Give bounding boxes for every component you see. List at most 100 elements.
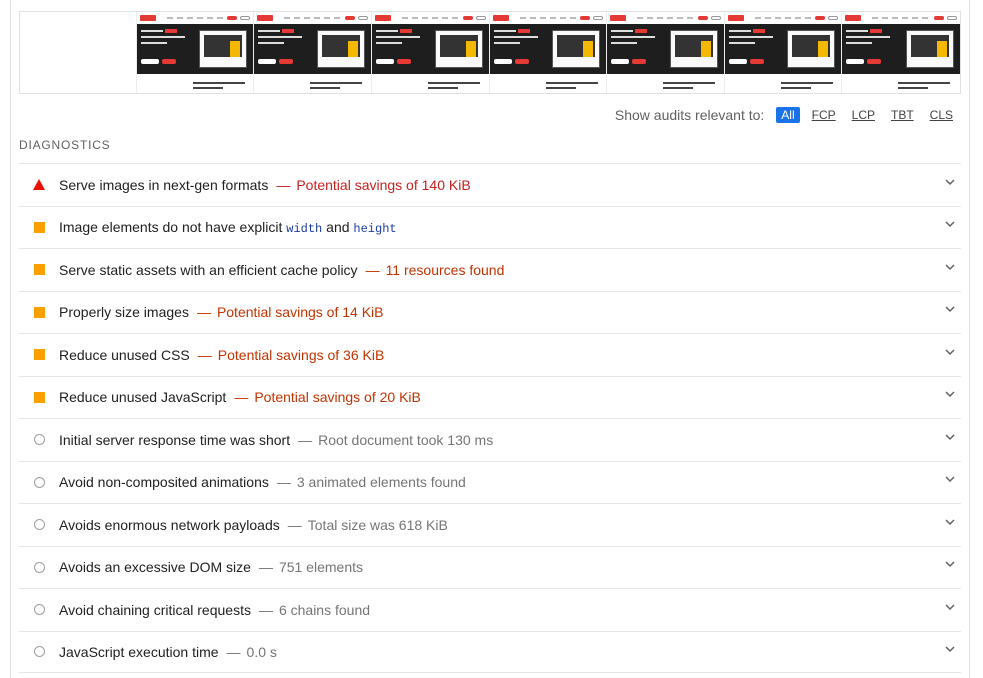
info-circle-icon xyxy=(33,519,45,531)
info-circle-icon xyxy=(33,561,45,573)
audit-row[interactable]: Serve images in next-gen formats — Potenti… xyxy=(19,163,961,206)
audit-title: Serve images in next-gen formats xyxy=(59,176,269,193)
warning-square-icon xyxy=(19,221,59,233)
info-circle-icon xyxy=(33,646,45,658)
audit-display-value: 0.0 s xyxy=(246,643,277,660)
audit-title: Reduce unused CSS xyxy=(59,346,190,363)
chevron-down-icon[interactable] xyxy=(945,476,955,484)
audit-display-value: Root document took 130 ms xyxy=(318,431,494,448)
audit-title: Serve static assets with an efficient ca… xyxy=(59,261,358,278)
filmstrip-frame xyxy=(489,12,608,93)
info-circle-icon xyxy=(19,561,59,573)
audit-row[interactable]: Avoids enormous network payloads — Total s… xyxy=(19,503,961,546)
section-title: DIAGNOSTICS xyxy=(19,138,111,152)
audit-separator: — xyxy=(276,176,291,193)
audit-display-value: Total size was 618 KiB xyxy=(307,516,448,533)
audit-row[interactable]: Avoids an excessive DOM size — 751 element… xyxy=(19,545,961,589)
filmstrip xyxy=(19,11,961,94)
audit-display-value: 6 chains found xyxy=(278,601,371,618)
fail-triangle-icon xyxy=(19,179,59,191)
chevron-down-icon[interactable] xyxy=(945,519,955,527)
filmstrip-frame xyxy=(254,12,372,93)
audit-separator: — xyxy=(258,601,273,618)
filter-chip-tbt[interactable]: TBT xyxy=(887,106,918,124)
chevron-down-icon[interactable] xyxy=(945,306,955,314)
filmstrip-frame xyxy=(607,12,725,93)
audit-row[interactable]: Properly size images — Potential savings o… xyxy=(19,290,961,334)
audit-display-value: 751 elements xyxy=(278,559,363,576)
audit-title: Avoid chaining critical requests xyxy=(59,601,251,618)
audit-title: Avoids an excessive DOM size xyxy=(59,559,251,576)
audit-separator: — xyxy=(196,304,211,321)
audit-row[interactable]: Image elements do not have explicit widt… xyxy=(19,205,961,249)
audit-separator: — xyxy=(287,516,302,533)
info-circle-icon xyxy=(33,434,45,446)
audit-display-value: Potential savings of 140 KiB xyxy=(296,176,471,193)
warning-square-icon xyxy=(19,349,59,361)
audit-row[interactable]: Serve static assets with an efficient ca… xyxy=(19,248,961,291)
info-circle-icon xyxy=(33,476,45,488)
audit-title: Properly size images xyxy=(59,304,189,321)
audit-separator: — xyxy=(234,389,249,406)
warning-square-icon xyxy=(33,349,45,361)
audit-row[interactable]: Reduce unused CSS — Potential savings of 3… xyxy=(19,333,961,376)
audit-title: JavaScript execution time xyxy=(59,643,219,660)
audit-separator: — xyxy=(258,559,273,576)
chevron-down-icon[interactable] xyxy=(945,604,955,612)
audit-list: Serve images in next-gen formats — Potenti… xyxy=(19,163,961,673)
filter-chip-all[interactable]: All xyxy=(776,107,800,123)
audit-row[interactable]: JavaScript execution time — 0.0 s xyxy=(19,630,961,673)
chevron-down-icon[interactable] xyxy=(945,434,955,442)
audit-title-code: height xyxy=(353,221,397,236)
audit-row[interactable]: Avoid chaining critical requests — 6 chain… xyxy=(19,588,961,631)
chevron-down-icon[interactable] xyxy=(945,561,955,569)
info-circle-icon xyxy=(19,434,59,446)
audit-title: Avoid non-composited animations xyxy=(59,474,269,491)
info-circle-icon xyxy=(19,519,59,531)
warning-square-icon xyxy=(19,306,59,318)
filmstrip-frame xyxy=(724,12,843,93)
audit-title: Reduce unused JavaScript xyxy=(59,389,227,406)
audit-row[interactable]: Initial server response time was short — R… xyxy=(19,418,961,461)
warning-square-icon xyxy=(19,264,59,276)
audit-row[interactable]: Avoid non-composited animations — 3 animat… xyxy=(19,460,961,504)
audit-title-text: Image elements do not have explicit xyxy=(59,218,287,235)
audit-filter: Show audits relevant to: All FCP LCP TBT… xyxy=(615,106,957,124)
audit-title-text: and xyxy=(322,218,354,235)
audit-separator: — xyxy=(298,431,313,448)
audit-separator: — xyxy=(226,643,241,660)
chevron-down-icon[interactable] xyxy=(945,264,955,272)
filmstrip-frame xyxy=(842,12,960,93)
audit-row[interactable]: Reduce unused JavaScript — Potential savin… xyxy=(19,375,961,419)
fail-triangle-icon xyxy=(33,179,45,191)
filter-chip-lcp[interactable]: LCP xyxy=(848,106,879,124)
audit-display-value: Potential savings of 36 KiB xyxy=(217,346,385,363)
info-circle-icon xyxy=(33,604,45,616)
warning-square-icon xyxy=(33,221,45,233)
warning-square-icon xyxy=(33,306,45,318)
filter-chip-fcp[interactable]: FCP xyxy=(808,106,840,124)
chevron-down-icon[interactable] xyxy=(945,221,955,229)
audit-display-value: 3 animated elements found xyxy=(296,474,466,491)
chevron-down-icon[interactable] xyxy=(945,391,955,399)
chevron-down-icon[interactable] xyxy=(945,349,955,357)
audit-display-value: Potential savings of 20 KiB xyxy=(254,389,421,406)
audit-display-value: Potential savings of 14 KiB xyxy=(216,304,384,321)
audit-title: Image elements do not have explicit widt… xyxy=(59,219,397,236)
filmstrip-frame xyxy=(136,12,255,93)
chevron-down-icon[interactable] xyxy=(945,179,955,187)
audit-display-value: 11 resources found xyxy=(385,261,505,278)
filmstrip-blank-frame xyxy=(20,12,137,93)
chevron-down-icon[interactable] xyxy=(945,646,955,654)
info-circle-icon xyxy=(19,476,59,488)
filter-label: Show audits relevant to: xyxy=(614,107,765,123)
warning-square-icon xyxy=(33,391,45,403)
audit-separator: — xyxy=(365,261,380,278)
audit-title-code: width xyxy=(286,221,323,236)
filmstrip-frame xyxy=(371,12,490,93)
info-circle-icon xyxy=(19,646,59,658)
audit-title: Avoids enormous network payloads xyxy=(59,516,280,533)
filter-chip-cls[interactable]: CLS xyxy=(926,106,957,124)
info-circle-icon xyxy=(19,604,59,616)
audit-separator: — xyxy=(197,346,212,363)
